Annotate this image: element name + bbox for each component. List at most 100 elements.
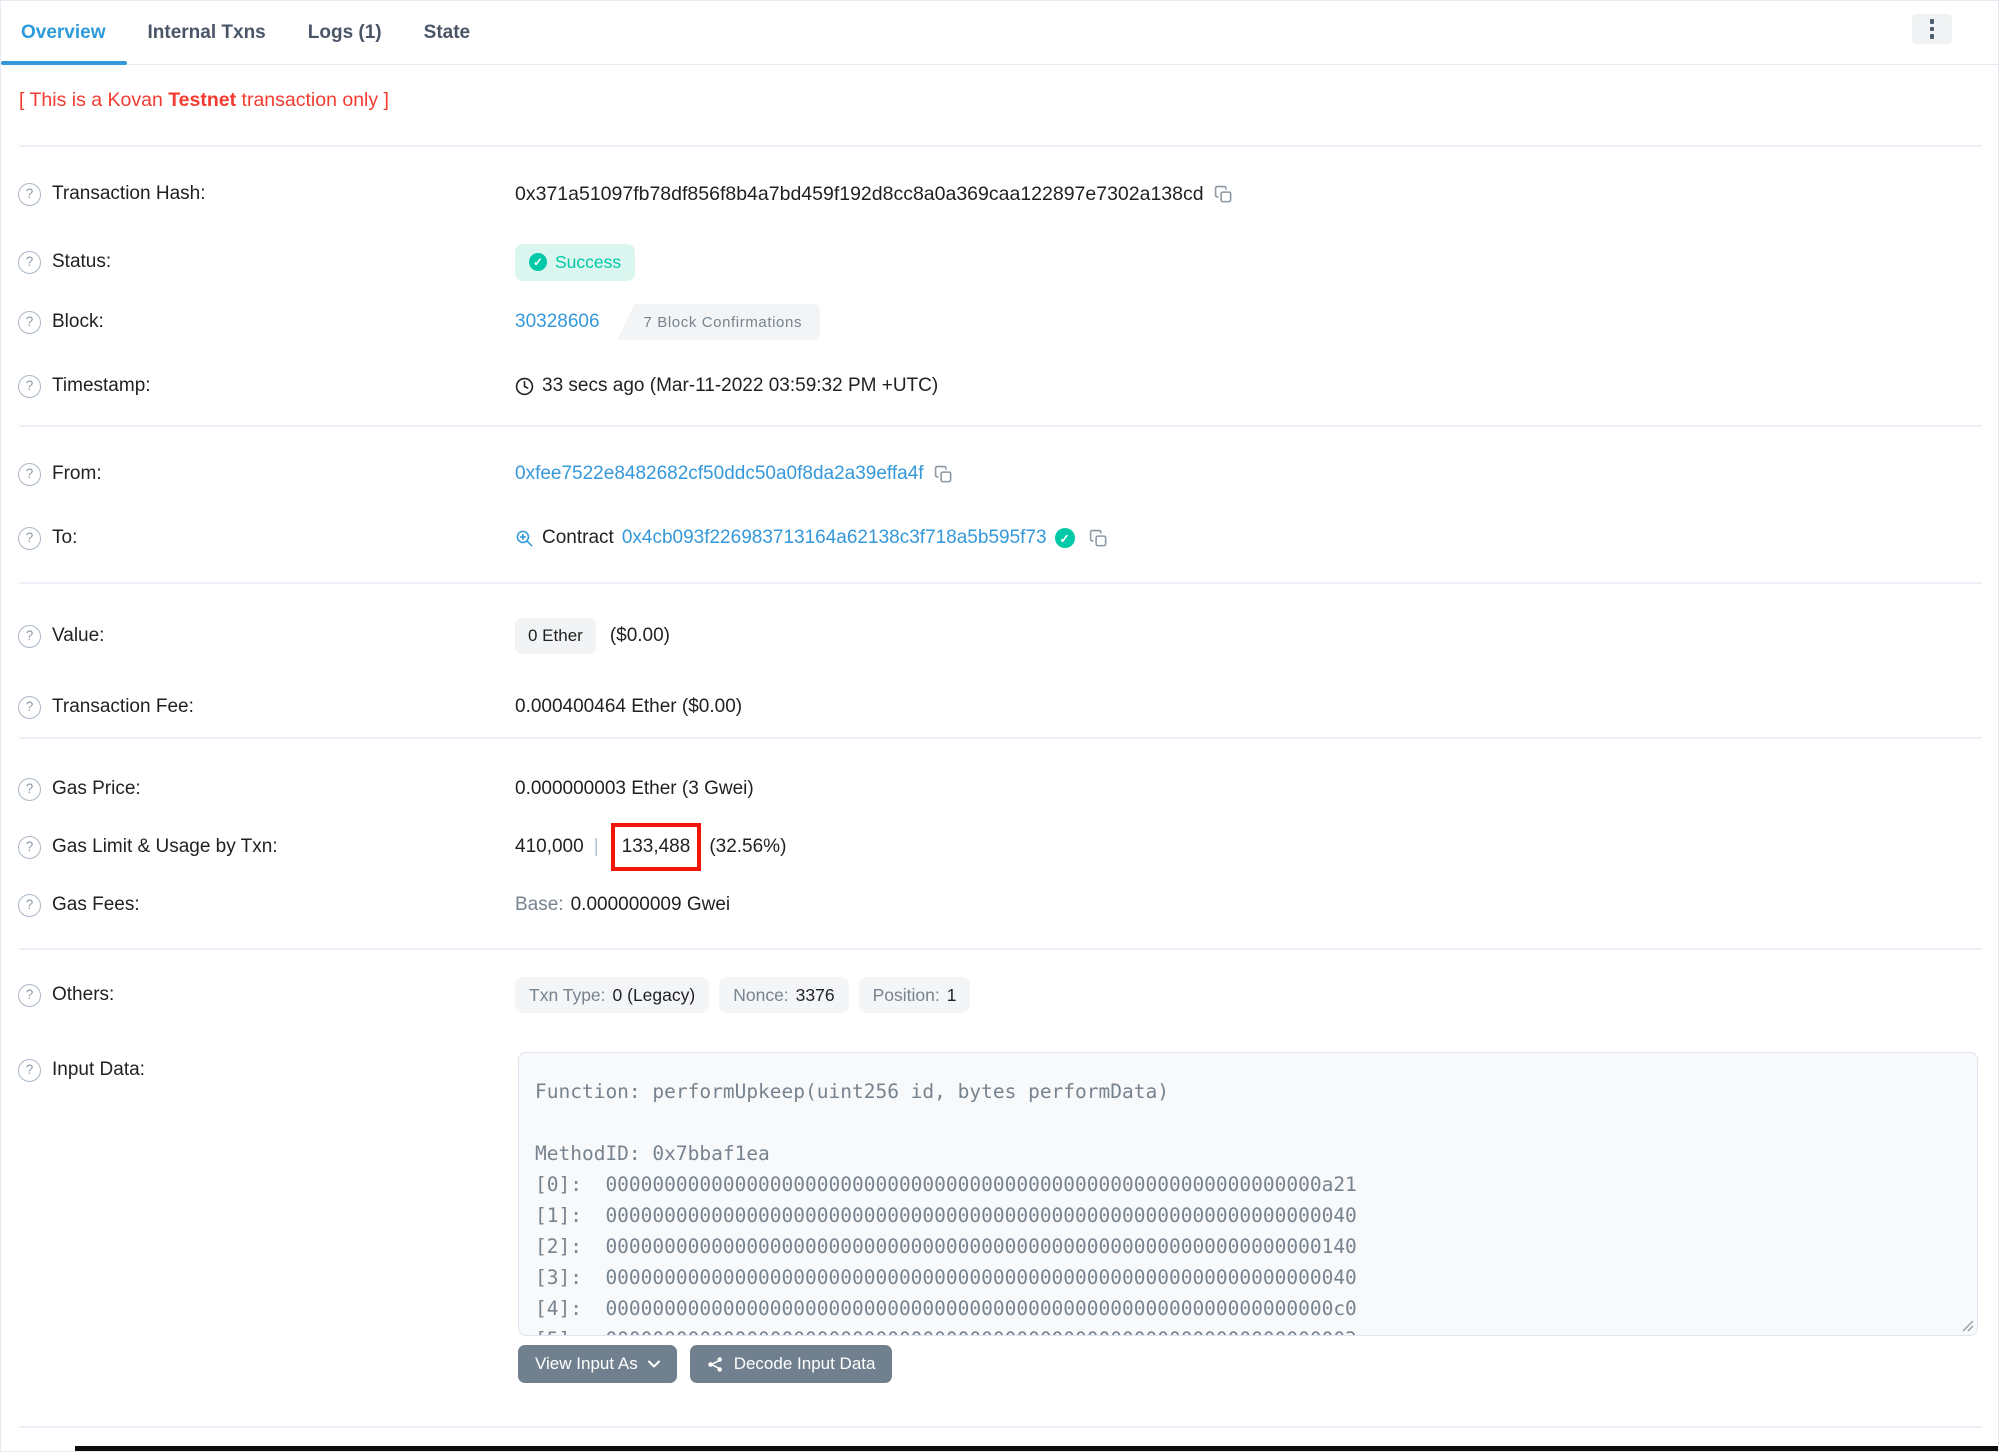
notice-bold-text: Testnet — [168, 89, 237, 111]
copy-icon[interactable] — [934, 465, 953, 484]
divider — [19, 1426, 1982, 1428]
decode-input-data-button[interactable]: Decode Input Data — [689, 1345, 893, 1383]
from-address-link[interactable]: 0xfee7522e8482682cf50ddc50a0f8da2a39effa… — [515, 463, 924, 485]
testnet-notice: [ This is a Kovan Testnet transaction on… — [19, 89, 389, 112]
input-data-actions: View Input As Decode Input Data — [518, 1345, 893, 1383]
position-badge: Position: 1 — [858, 977, 971, 1013]
row-label: Timestamp: — [52, 375, 151, 396]
verified-check-icon: ✓ — [1054, 528, 1075, 548]
help-icon[interactable]: ? — [18, 835, 41, 859]
gas-price-value: 0.000000003 Ether (3 Gwei) — [515, 778, 754, 799]
tab-state[interactable]: State — [403, 1, 491, 64]
row-label: Gas Limit & Usage by Txn: — [52, 836, 278, 857]
divider — [19, 145, 1982, 147]
help-icon[interactable]: ? — [18, 777, 41, 801]
divider — [19, 737, 1982, 739]
row-transaction-hash: ? Transaction Hash: 0x371a51097fb78df856f… — [1, 174, 1998, 214]
transaction-hash-value: 0x371a51097fb78df856f8b4a7bd459f192d8cc8… — [515, 182, 1204, 205]
divider — [19, 948, 1982, 950]
row-from: ? From: 0xfee7522e8482682cf50ddc50a0f8da2… — [1, 454, 1998, 494]
transaction-fee-value: 0.000400464 Ether ($0.00) — [515, 696, 743, 717]
tab-internal-txns[interactable]: Internal Txns — [127, 1, 287, 64]
row-others: ? Others: Txn Type: 0 (Legacy) Nonce: 337… — [1, 975, 1998, 1015]
txn-type-badge: Txn Type: 0 (Legacy) — [515, 977, 710, 1013]
row-label: Transaction Hash: — [52, 183, 206, 204]
txn-type-value: 0 (Legacy) — [612, 984, 696, 1005]
row-label: Gas Fees: — [52, 894, 140, 915]
usd-value: ($0.00) — [609, 625, 671, 646]
row-value: ? Value: 0 Ether ($0.00) — [1, 616, 1998, 656]
row-to: ? To: Contract 0x4cb093f226983713164a6213… — [1, 518, 1998, 558]
help-icon[interactable]: ? — [18, 526, 41, 550]
row-gas-limit-usage: ? Gas Limit & Usage by Txn: 410,000 | 133… — [1, 820, 1998, 874]
resize-handle-icon[interactable] — [1960, 1318, 1974, 1332]
row-status: ? Status: ✓ Success — [1, 242, 1998, 282]
decode-icon — [707, 1356, 722, 1372]
help-icon[interactable]: ? — [18, 983, 41, 1007]
position-label: Position: — [872, 984, 940, 1005]
row-gas-fees: ? Gas Fees: Base: 0.000000009 Gwei — [1, 885, 1998, 925]
ether-value-badge: 0 Ether — [515, 618, 596, 654]
row-timestamp: ? Timestamp: 33 secs ago (Mar-11-2022 03:… — [1, 366, 1998, 406]
gas-used-value: 133,488 — [621, 836, 691, 857]
divider — [19, 425, 1982, 427]
row-label: Others: — [52, 984, 115, 1005]
contract-word: Contract — [542, 527, 614, 548]
view-input-as-button[interactable]: View Input As — [518, 1345, 677, 1383]
help-icon[interactable]: ? — [18, 250, 41, 274]
row-gas-price: ? Gas Price: 0.000000003 Ether (3 Gwei) — [1, 769, 1998, 809]
row-label: Transaction Fee: — [52, 696, 194, 717]
timestamp-value: 33 secs ago (Mar-11-2022 03:59:32 PM +UT… — [542, 375, 939, 396]
help-icon[interactable]: ? — [18, 1058, 41, 1082]
decode-input-data-label: Decode Input Data — [733, 1354, 876, 1373]
highlight-box: 133,488 — [610, 823, 702, 871]
help-icon[interactable]: ? — [18, 695, 41, 719]
chevron-down-icon — [647, 1360, 660, 1368]
help-icon[interactable]: ? — [18, 462, 41, 486]
help-icon[interactable]: ? — [18, 182, 41, 206]
tab-bar: Overview Internal Txns Logs (1) State — [1, 1, 1998, 65]
base-fee-label: Base: — [515, 894, 564, 915]
view-input-as-label: View Input As — [535, 1354, 638, 1373]
gas-used-percent: (32.56%) — [709, 836, 787, 857]
block-confirmations-badge: 7 Block Confirmations — [617, 304, 821, 340]
copy-icon[interactable] — [1214, 185, 1233, 204]
to-contract-address-link[interactable]: 0x4cb093f226983713164a62138c3f718a5b595f… — [622, 527, 1047, 549]
base-fee-value: 0.000000009 Gwei — [570, 894, 731, 915]
row-label: Value: — [52, 625, 105, 646]
tab-overview[interactable]: Overview — [1, 1, 127, 65]
copy-icon[interactable] — [1089, 529, 1108, 548]
help-icon[interactable]: ? — [18, 624, 41, 648]
row-label: Block: — [52, 311, 104, 332]
nonce-badge: Nonce: 3376 — [719, 977, 849, 1013]
notice-text: transaction only ] — [236, 89, 389, 111]
block-number-link[interactable]: 30328606 — [515, 311, 600, 333]
help-icon[interactable]: ? — [18, 374, 41, 398]
row-label: From: — [52, 463, 102, 484]
magnifier-plus-icon[interactable] — [515, 529, 534, 548]
input-data-textarea[interactable]: Function: performUpkeep(uint256 id, byte… — [518, 1052, 1978, 1336]
position-value: 1 — [946, 984, 957, 1005]
row-label: Gas Price: — [52, 778, 141, 799]
row-transaction-fee: ? Transaction Fee: 0.000400464 Ether ($0.… — [1, 687, 1998, 727]
vertical-ellipsis-icon — [1929, 19, 1935, 39]
input-data-text: Function: performUpkeep(uint256 id, byte… — [535, 1080, 1357, 1335]
row-label: Input Data: — [52, 1059, 145, 1080]
nonce-label: Nonce: — [733, 984, 789, 1005]
notice-text: [ This is a Kovan — [19, 89, 169, 111]
transaction-details-card: Overview Internal Txns Logs (1) State [ … — [0, 0, 1999, 1452]
clock-icon — [515, 377, 534, 395]
tab-logs[interactable]: Logs (1) — [287, 1, 403, 64]
status-badge-label: Success — [555, 251, 622, 272]
help-icon[interactable]: ? — [18, 310, 41, 334]
row-block: ? Block: 30328606 7 Block Confirmations — [1, 302, 1998, 342]
separator: | — [593, 836, 599, 857]
more-options-button[interactable] — [1912, 14, 1952, 44]
row-label: Status: — [52, 251, 112, 272]
bottom-edge-bar — [75, 1446, 1998, 1451]
divider — [19, 582, 1982, 584]
nonce-value: 3376 — [795, 984, 835, 1005]
check-circle-icon: ✓ — [529, 253, 547, 271]
gas-limit-value: 410,000 — [515, 836, 584, 857]
help-icon[interactable]: ? — [18, 893, 41, 917]
